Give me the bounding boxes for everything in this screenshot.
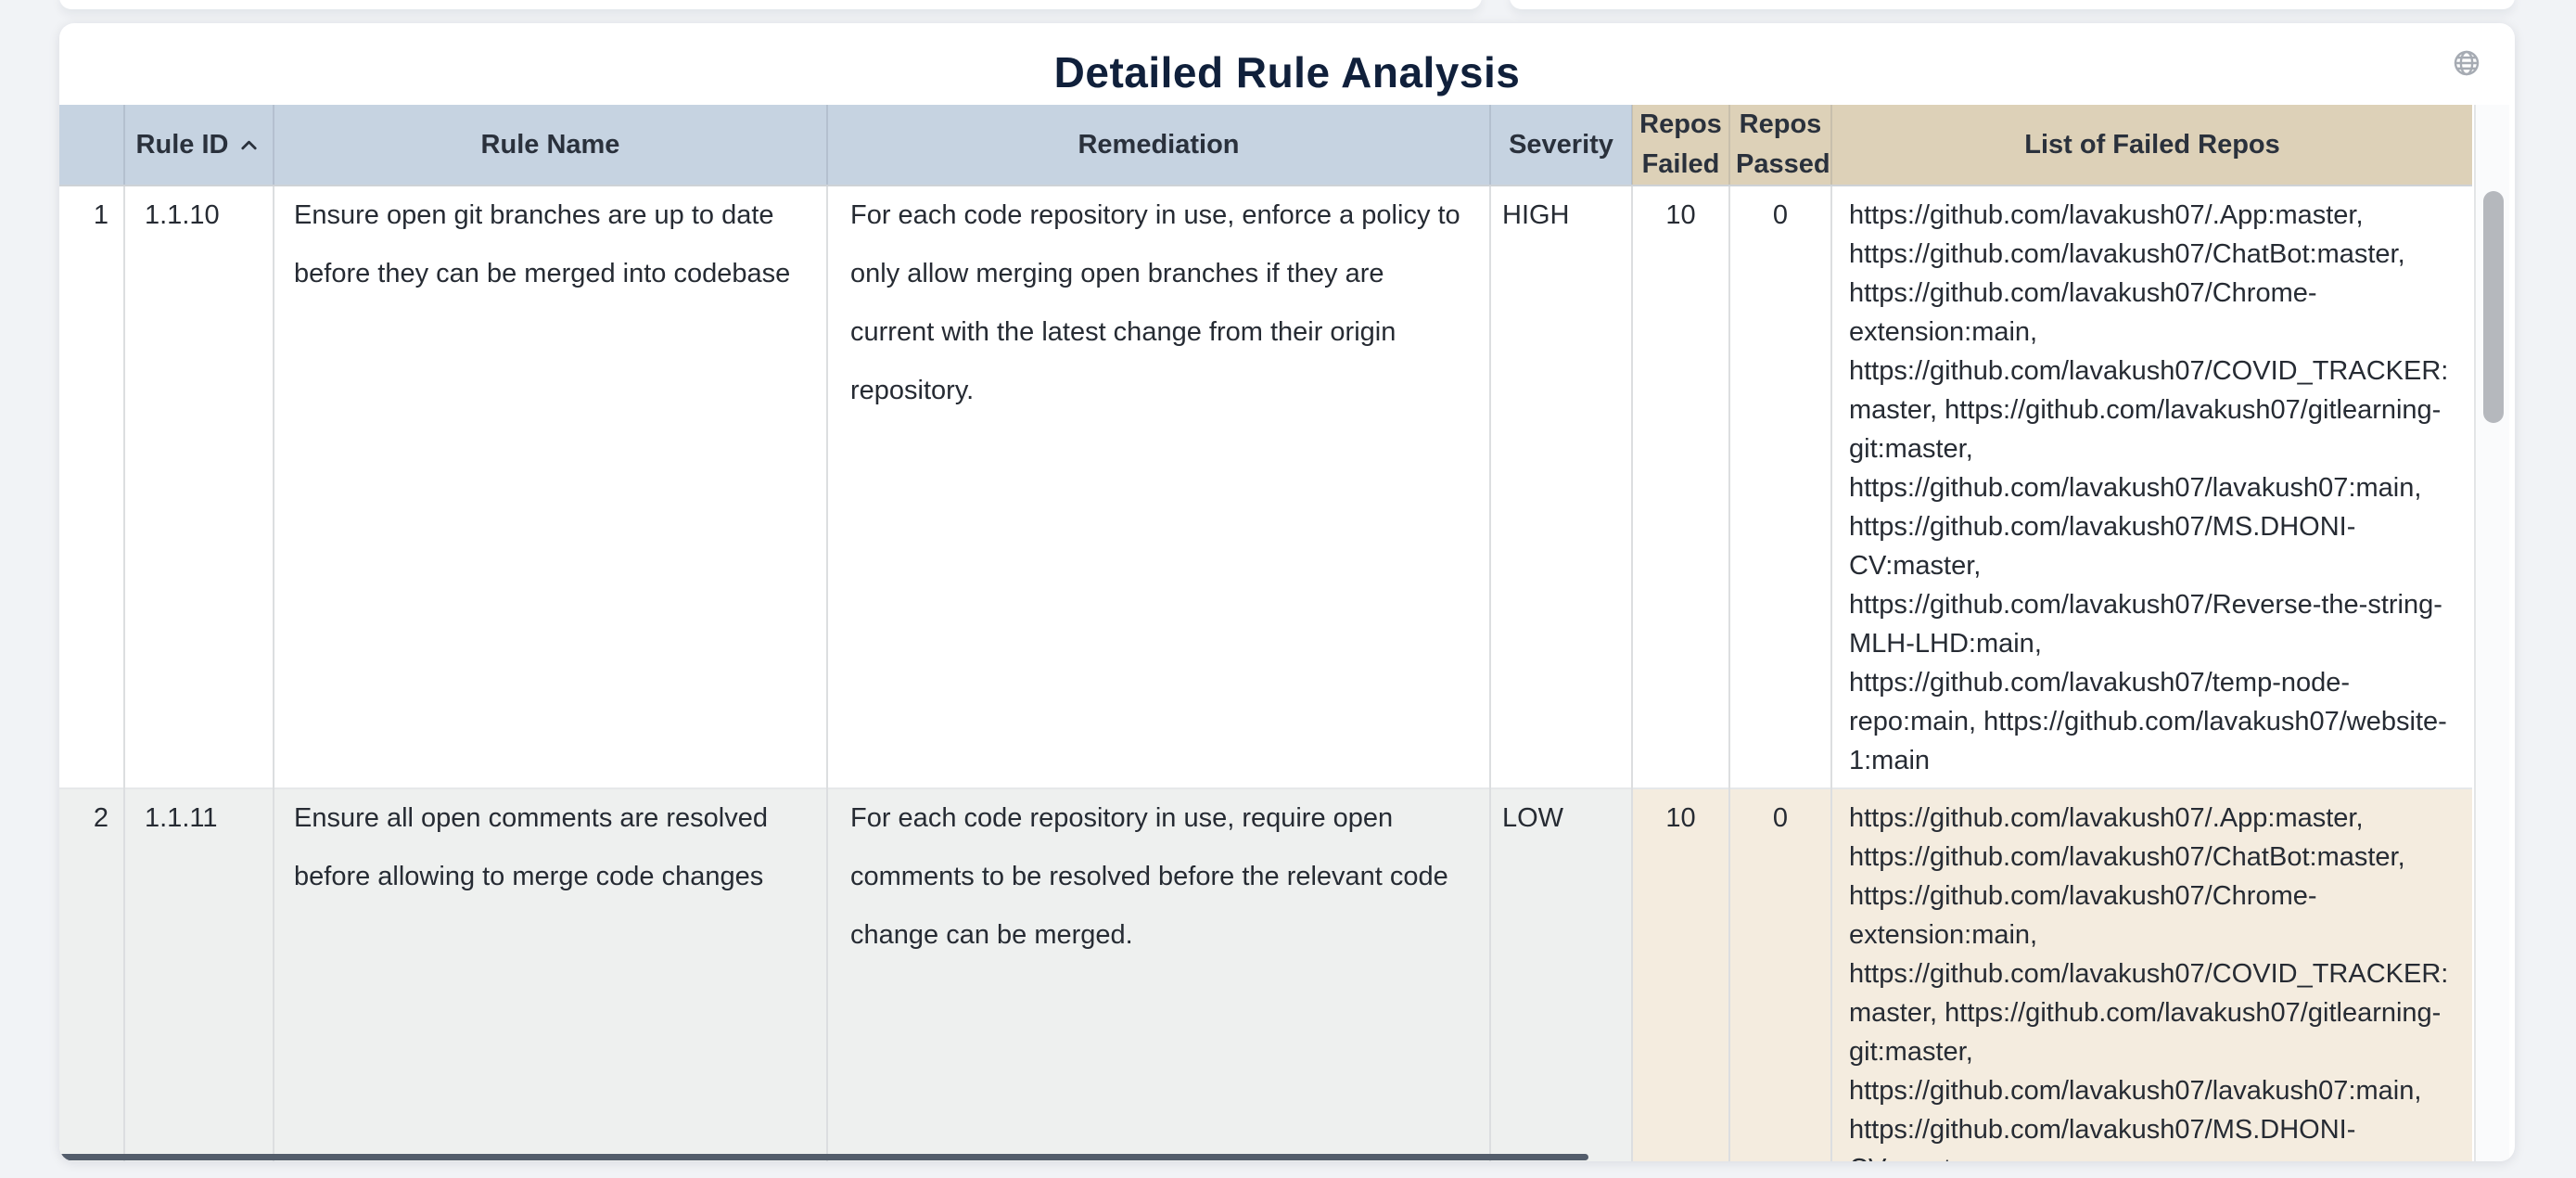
header-repos-passed[interactable]: Repos Passed: [1729, 105, 1831, 186]
header-list-of-failed-repos[interactable]: List of Failed Repos: [1831, 105, 2472, 186]
header-rule-id[interactable]: Rule ID: [124, 105, 274, 186]
vertical-scrollbar-thumb[interactable]: [2483, 191, 2504, 423]
partial-card-above-right: [1510, 0, 2515, 9]
cell-index: 2: [59, 788, 124, 1161]
detailed-rule-analysis-card: Detailed Rule Analysis Rule ID: [59, 23, 2515, 1161]
vertical-scrollbar-track[interactable]: [2474, 105, 2509, 1161]
rule-analysis-table: Rule ID Rule Name Remediation Severity R…: [59, 105, 2472, 1161]
cell-rule-name: Ensure all open comments are resolved be…: [274, 788, 827, 1161]
cell-repos-passed: 0: [1729, 788, 1831, 1161]
header-row-number[interactable]: [59, 105, 124, 186]
header-severity[interactable]: Severity: [1490, 105, 1632, 186]
header-repos-failed[interactable]: Repos Failed: [1632, 105, 1729, 186]
cell-remediation: For each code repository in use, enforce…: [827, 186, 1490, 788]
cell-rule-name: Ensure open git branches are up to date …: [274, 186, 827, 788]
cell-severity: LOW: [1490, 788, 1632, 1161]
page-title: Detailed Rule Analysis: [59, 47, 2515, 97]
globe-icon[interactable]: [2452, 48, 2481, 78]
cell-failed-repos: https://github.com/lavakush07/.App:maste…: [1831, 788, 2472, 1161]
sort-ascending-icon: [236, 133, 261, 158]
table-row: 11.1.10Ensure open git branches are up t…: [59, 186, 2472, 788]
cell-repos-failed: 10: [1632, 186, 1729, 788]
cell-remediation: For each code repository in use, require…: [827, 788, 1490, 1161]
cell-severity: HIGH: [1490, 186, 1632, 788]
cell-failed-repos: https://github.com/lavakush07/.App:maste…: [1831, 186, 2472, 788]
header-rule-name[interactable]: Rule Name: [274, 105, 827, 186]
horizontal-scrollbar-thumb[interactable]: [59, 1154, 1588, 1160]
table-row: 21.1.11Ensure all open comments are reso…: [59, 788, 2472, 1161]
header-row: Rule ID Rule Name Remediation Severity R…: [59, 105, 2472, 186]
cell-rule-id: 1.1.10: [124, 186, 274, 788]
header-rule-id-label: Rule ID: [136, 125, 229, 165]
cell-repos-failed: 10: [1632, 788, 1729, 1161]
cell-repos-passed: 0: [1729, 186, 1831, 788]
partial-card-above-left: [59, 0, 1482, 9]
cell-rule-id: 1.1.11: [124, 788, 274, 1161]
cell-index: 1: [59, 186, 124, 788]
header-remediation[interactable]: Remediation: [827, 105, 1490, 186]
